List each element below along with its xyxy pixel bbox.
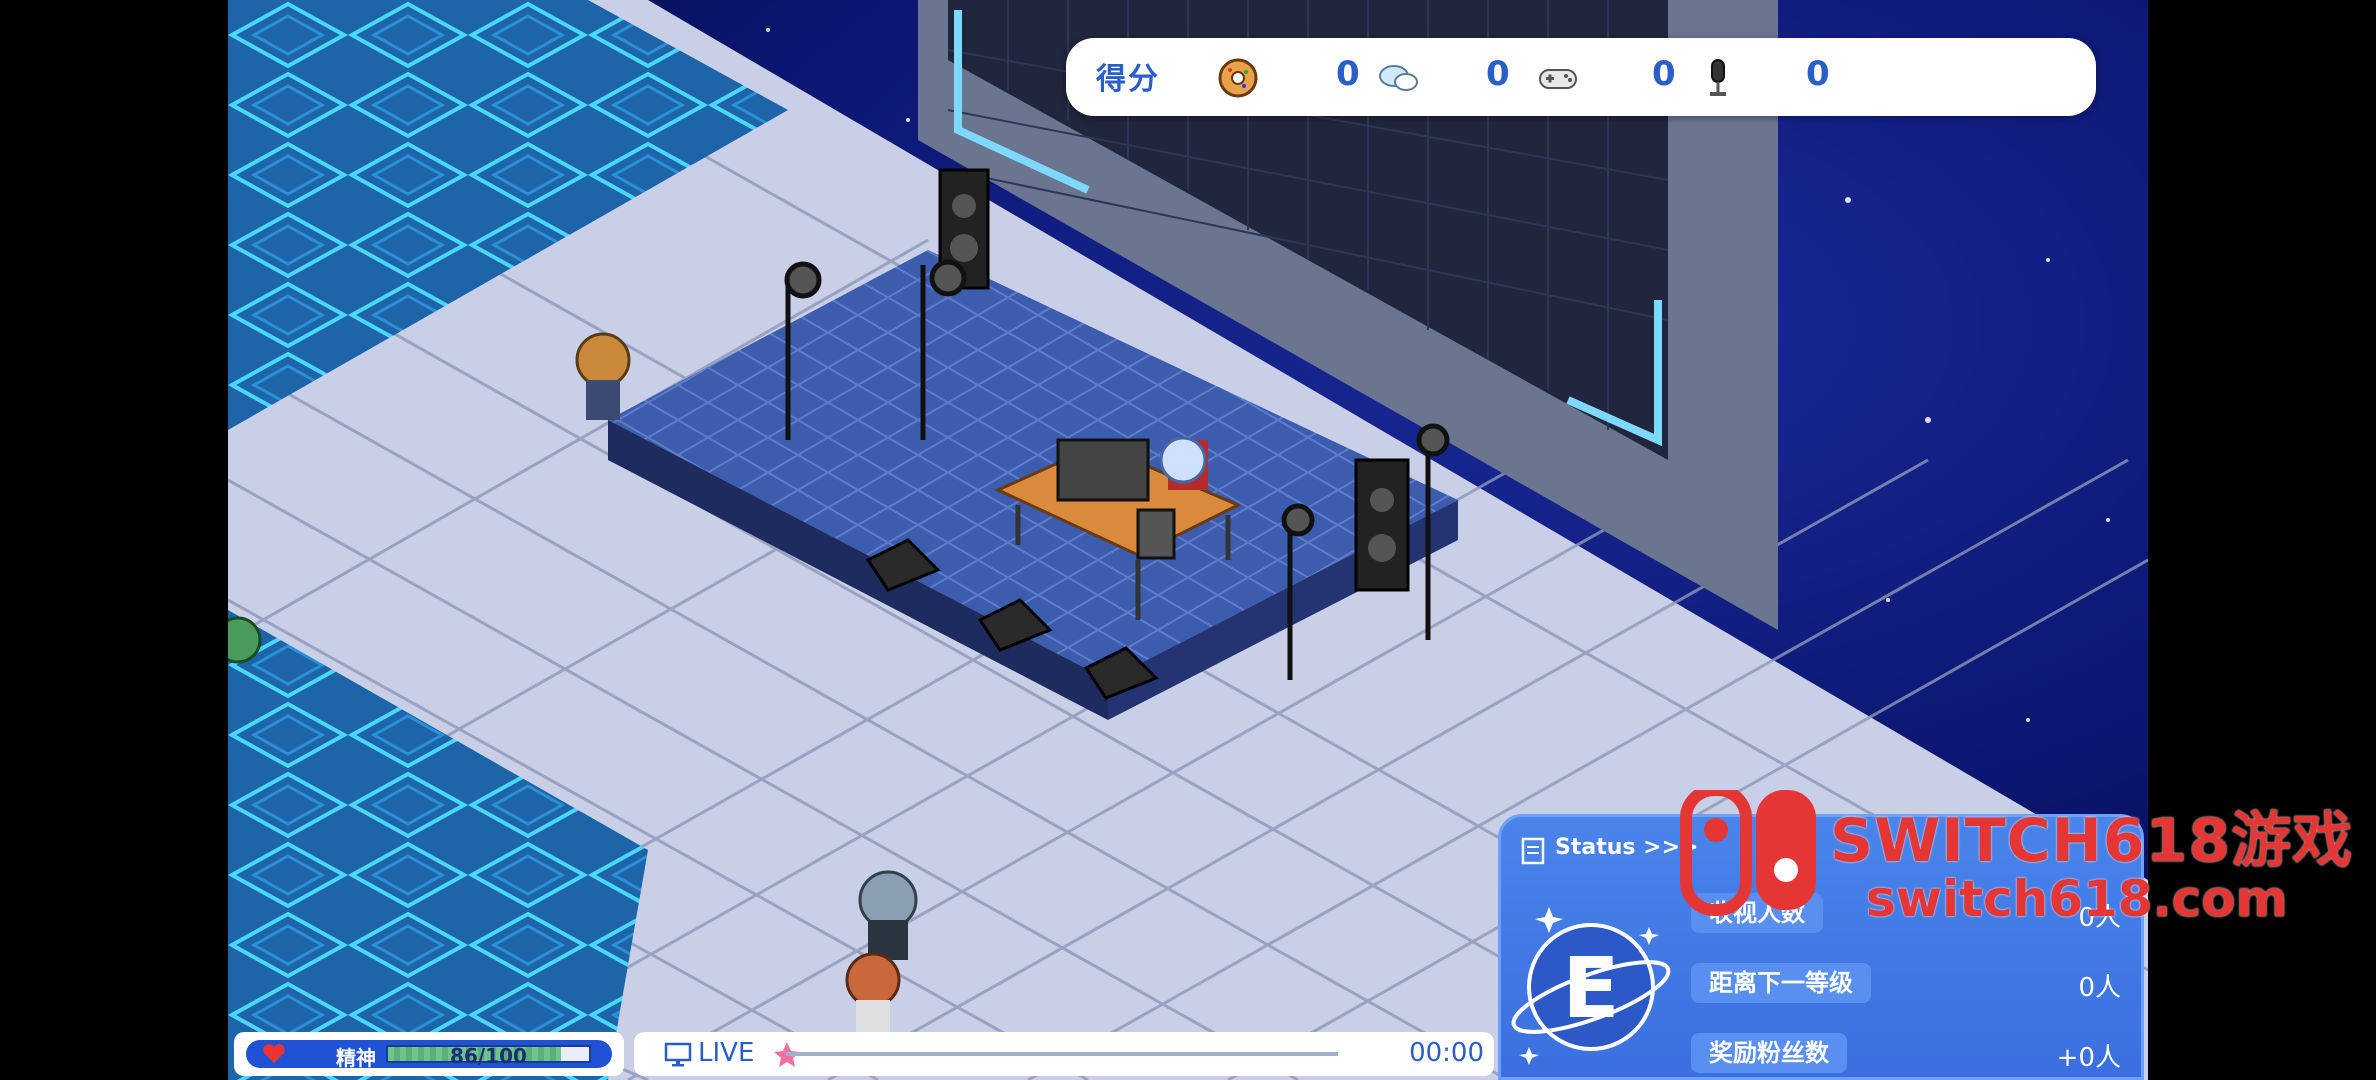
- stat-label-next-level: 距离下一等级: [1691, 963, 1871, 1003]
- chat-bubbles-icon: [1379, 65, 1418, 91]
- microphone-icon: [1710, 59, 1726, 96]
- stat-value-fan-reward: +0人: [2056, 1043, 2121, 1073]
- spirit-progress-track: 86/100: [386, 1044, 591, 1068]
- rank-letter: E: [1562, 939, 1619, 1037]
- speaker-right: [1354, 458, 1410, 592]
- streamer-character: [1159, 436, 1208, 490]
- score-value-gamepad: 0: [1652, 54, 1676, 94]
- score-value-microphone: 0: [1806, 54, 1830, 94]
- heart-icon: [263, 1044, 285, 1063]
- stat-row-next-level: 距离下一等级 0人: [1691, 957, 2131, 1007]
- live-time: 00:00: [1409, 1038, 1484, 1068]
- npc-grey-hair: [858, 870, 918, 960]
- spirit-value: 86/100: [450, 1044, 527, 1068]
- score-label: 得分: [1096, 62, 1160, 97]
- watermark-text: SWITCH618游戏: [1830, 806, 2354, 876]
- watermark-url: switch618.com: [1866, 870, 2288, 928]
- live-progress-track[interactable]: [786, 1052, 1338, 1056]
- stat-row-fan-reward: 奖励粉丝数 +0人: [1691, 1027, 2131, 1077]
- stat-label-fan-reward: 奖励粉丝数: [1691, 1033, 1847, 1073]
- live-bar: LIVE 00:00: [634, 1032, 1494, 1076]
- spirit-panel: 精神 86/100: [246, 1040, 612, 1070]
- stat-value-next-level: 0人: [2078, 973, 2121, 1003]
- score-value-chat: 0: [1486, 54, 1510, 94]
- npc-green-hair: [228, 616, 262, 664]
- spirit-bar: 精神 86/100: [234, 1032, 624, 1076]
- spirit-label: 精神: [336, 1046, 376, 1070]
- donut-icon: [1218, 58, 1258, 98]
- document-icon: [1521, 837, 1545, 865]
- live-label: LIVE: [698, 1038, 755, 1068]
- score-bar: 得分 0 0 0 0: [1066, 38, 2096, 116]
- gamepad-icon: [1539, 69, 1577, 89]
- switch-logo-watermark: [1680, 790, 1816, 916]
- monitor-icon: [664, 1042, 692, 1067]
- score-value-donut: 0: [1336, 54, 1360, 94]
- rank-emblem-icon: E: [1511, 907, 1671, 1065]
